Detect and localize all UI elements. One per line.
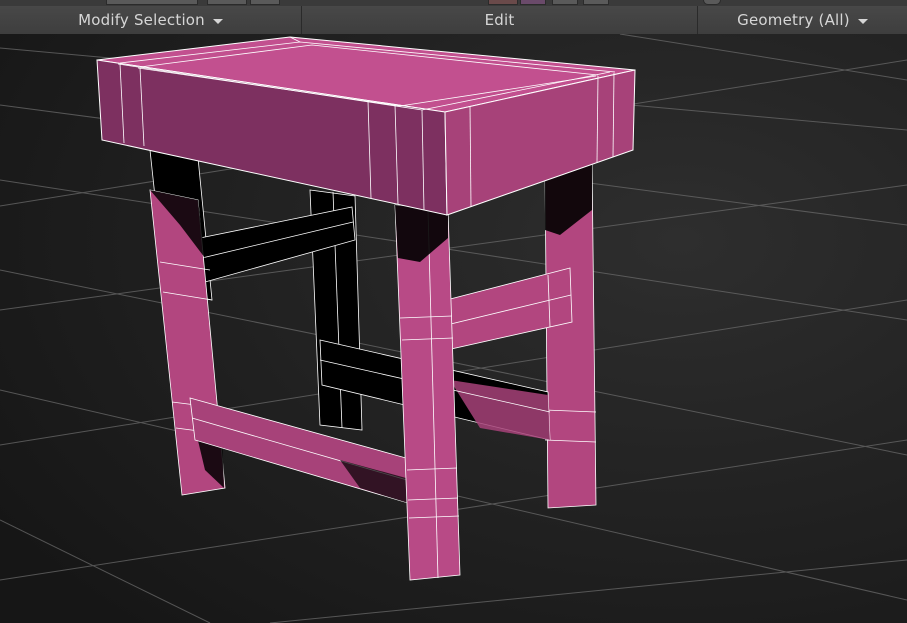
chevron-down-icon xyxy=(857,19,868,24)
vertex-mode-button[interactable] xyxy=(488,0,518,5)
edit-label: Edit xyxy=(484,11,515,29)
ribbon-panel-bar: Modify Selection Edit Geometry (All) xyxy=(0,0,907,35)
modify-selection-panel[interactable]: Modify Selection xyxy=(0,6,302,34)
ring-icon[interactable] xyxy=(703,0,721,5)
modify-selection-label: Modify Selection xyxy=(78,11,205,29)
app-window: Modify Selection Edit Geometry (All) xyxy=(0,0,907,623)
toolbar-button[interactable] xyxy=(250,0,280,5)
edge-mode-button[interactable] xyxy=(520,0,546,5)
viewport-canvas[interactable] xyxy=(0,34,907,623)
chevron-down-icon xyxy=(212,19,223,24)
edit-panel[interactable]: Edit xyxy=(302,6,698,34)
face-mode-button[interactable] xyxy=(552,0,578,5)
toolbar-button[interactable] xyxy=(207,0,247,5)
geometry-all-label: Geometry (All) xyxy=(737,11,850,29)
perspective-viewport[interactable] xyxy=(0,34,907,623)
geometry-all-panel[interactable]: Geometry (All) xyxy=(698,6,907,34)
element-mode-button[interactable] xyxy=(583,0,609,5)
toolbar-button[interactable] xyxy=(106,0,198,5)
